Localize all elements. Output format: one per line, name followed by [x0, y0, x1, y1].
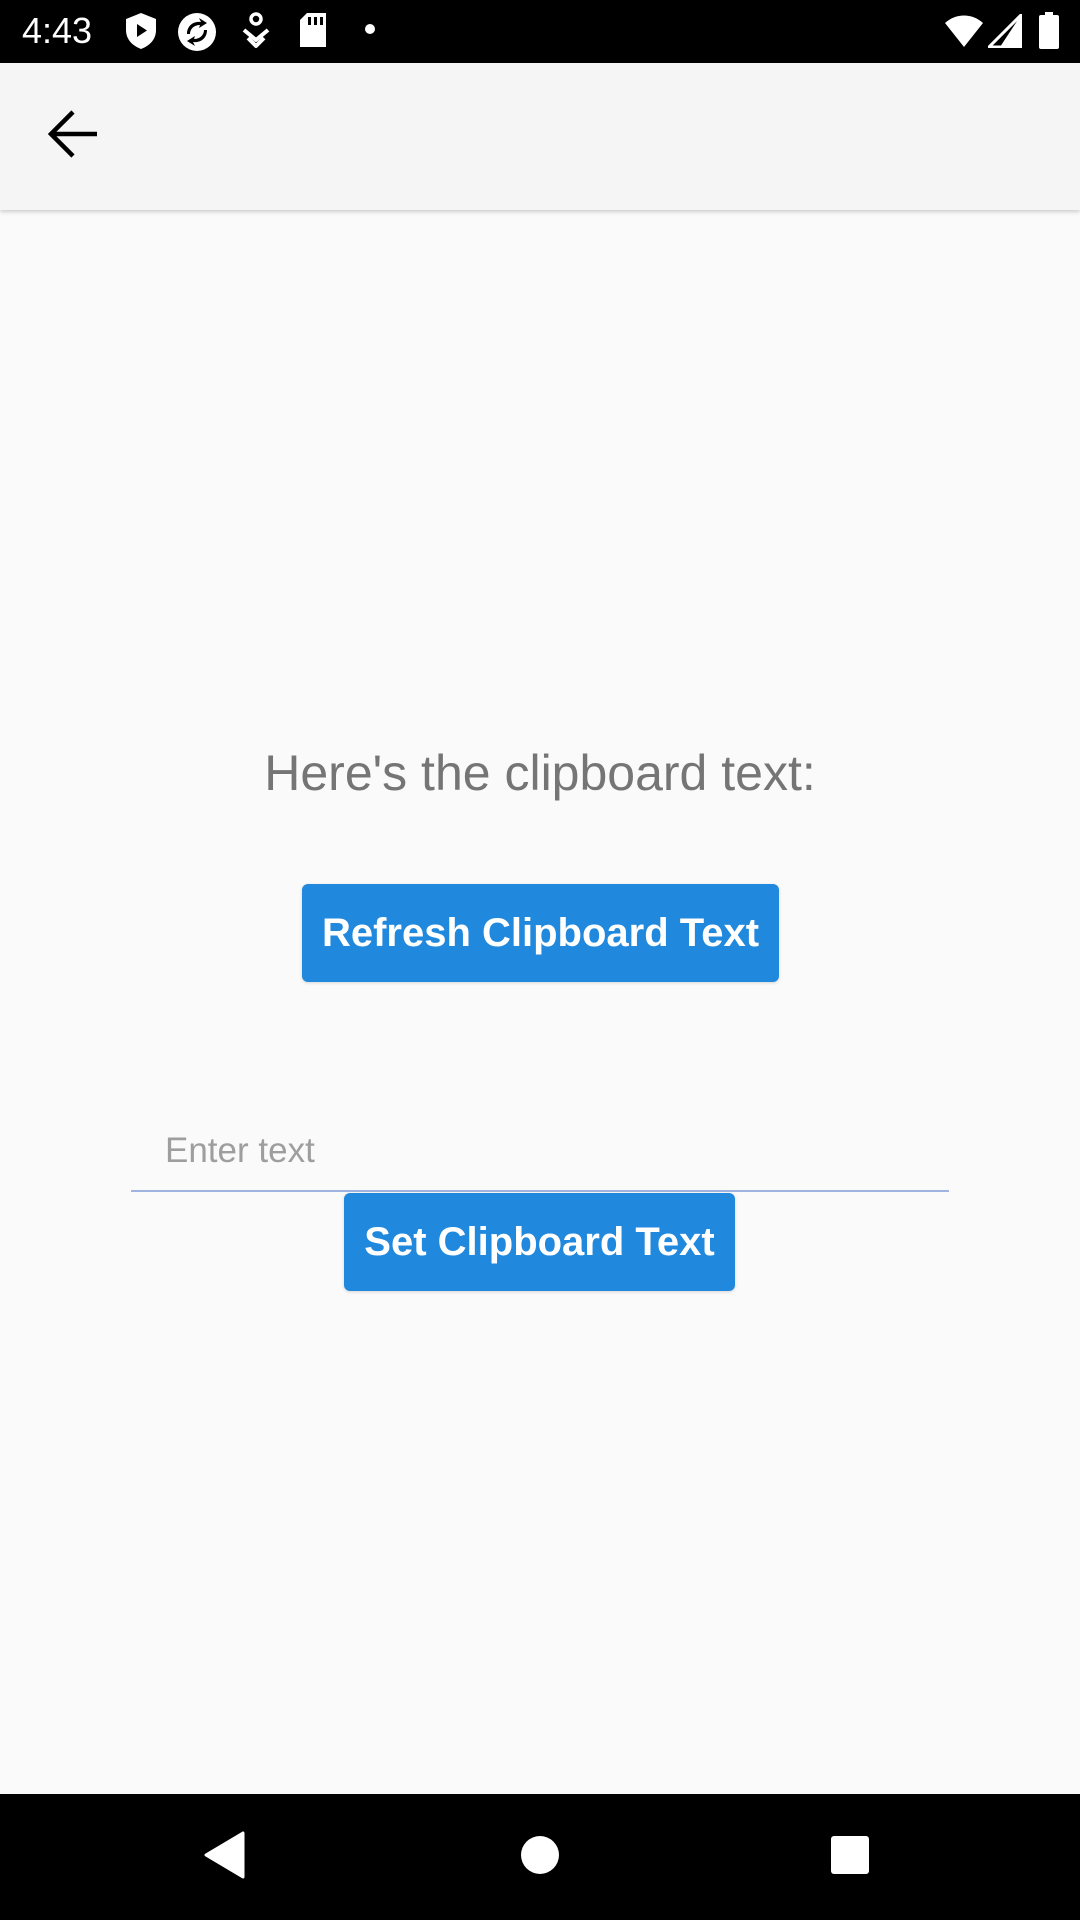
- nav-back-button[interactable]: [190, 1822, 260, 1892]
- nav-home-button[interactable]: [505, 1822, 575, 1892]
- app-bar: [0, 63, 1080, 210]
- play-protect-icon: [124, 12, 164, 52]
- home-circle-icon: [520, 1835, 560, 1880]
- main-content: Here's the clipboard text: Refresh Clipb…: [0, 210, 1080, 1794]
- status-time: 4:43: [22, 10, 93, 51]
- signal-icon: [985, 11, 1028, 54]
- dot-icon: [364, 22, 378, 36]
- back-button[interactable]: [28, 91, 118, 181]
- enter-text-input[interactable]: [163, 1110, 927, 1192]
- status-bar: 4:43: [0, 0, 1080, 63]
- set-clipboard-button[interactable]: Set Clipboard Text: [344, 1193, 735, 1291]
- clipboard-heading: Here's the clipboard text:: [264, 745, 816, 801]
- wifi-icon: [944, 14, 984, 54]
- sync-icon: [177, 12, 217, 52]
- refresh-clipboard-button[interactable]: Refresh Clipboard Text: [302, 884, 779, 982]
- accessibility-icon: [240, 12, 280, 52]
- navigation-bar: [0, 1794, 1080, 1920]
- back-triangle-icon: [203, 1831, 247, 1884]
- arrow-back-icon: [45, 108, 101, 165]
- recents-square-icon: [830, 1835, 870, 1880]
- sd-card-icon: [298, 12, 338, 52]
- nav-recents-button[interactable]: [815, 1822, 885, 1892]
- battery-icon: [1038, 12, 1078, 52]
- text-field: [131, 1110, 949, 1192]
